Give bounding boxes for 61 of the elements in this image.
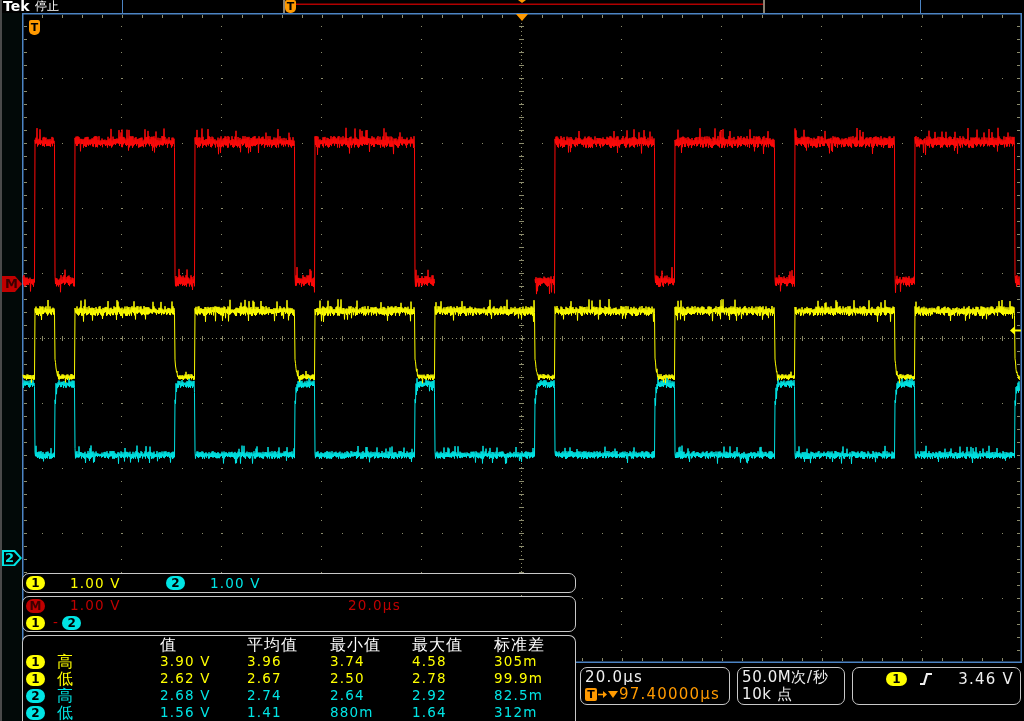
channel-badge: 1 <box>26 671 45 686</box>
scale-value: 1.00 V <box>210 574 261 592</box>
channel-badge: 1 <box>26 615 45 630</box>
delay-value: 97.40000µs <box>619 686 720 703</box>
scale-value: 1.00 V <box>70 574 121 592</box>
measurement-type: 低 <box>57 704 73 721</box>
table-cell: 305m <box>494 653 538 670</box>
brand-logo: Tek <box>2 0 30 13</box>
column-header: 平均值 <box>247 637 298 653</box>
table-cell: 2.62 V <box>160 670 211 687</box>
arrow-right-icon <box>598 691 607 698</box>
scale-value: 1.00 V <box>70 597 121 614</box>
table-cell: 2.67 <box>247 670 282 687</box>
table-cell: 2.74 <box>247 687 282 704</box>
column-header: 值 <box>160 637 177 653</box>
math-badge: M <box>26 598 45 613</box>
table-cell: 82.5m <box>494 687 544 704</box>
table-cell: 880m <box>330 704 374 721</box>
table-cell: 1.64 <box>412 704 447 721</box>
table-cell: 3.90 V <box>160 653 211 670</box>
trigger-level-value: 3.46 V <box>958 671 1014 688</box>
table-cell: 99.9m <box>494 670 544 687</box>
left-arrow-icon <box>1010 325 1021 336</box>
column-header: 标准差 <box>494 637 545 653</box>
record-length-value: 10k 点 <box>742 686 794 703</box>
reference-marker: M <box>2 276 22 292</box>
triangle-down-icon <box>608 691 618 698</box>
table-cell: 3.74 <box>330 653 365 670</box>
table-cell: 2.92 <box>412 687 447 704</box>
channel-badge: 1 <box>886 672 907 686</box>
table-cell: 2.68 V <box>160 687 211 704</box>
table-cell: 1.41 <box>247 704 282 721</box>
table-cell: 312m <box>494 704 538 721</box>
run-state-label: 停止 <box>34 0 59 13</box>
channel-badge: 2 <box>26 705 45 720</box>
sample-rate-value: 50.0M次/秒 <box>742 669 830 686</box>
trigger-marker: T <box>585 688 597 701</box>
trigger-marker: T <box>285 0 296 13</box>
channel-badge: 1 <box>26 654 45 669</box>
table-cell: 4.58 <box>412 653 447 670</box>
triangle-down-icon <box>516 14 528 21</box>
time-scale-value: 20.0µs <box>585 669 644 686</box>
channel-badge: 2 <box>166 576 185 590</box>
table-cell: 2.78 <box>412 670 447 687</box>
measurement-type: 低 <box>57 670 73 687</box>
time-scale-value: 20.0µs <box>348 597 401 614</box>
measurement-type: 高 <box>57 687 73 704</box>
column-header: 最大值 <box>412 637 463 653</box>
measurement-type: 高 <box>57 653 73 670</box>
table-cell: 1.56 V <box>160 704 211 721</box>
table-cell: 2.50 <box>330 670 365 687</box>
table-cell: 2.64 <box>330 687 365 704</box>
channel-badge: 2 <box>62 615 82 630</box>
column-header: 最小值 <box>330 637 381 653</box>
operator-symbol: - <box>53 614 60 631</box>
trigger-marker: T <box>29 20 40 35</box>
reference-marker: 2 <box>2 550 22 566</box>
triangle-down-icon <box>518 0 526 3</box>
table-cell: 3.96 <box>247 653 282 670</box>
channel-badge: 2 <box>26 688 45 703</box>
channel-badge: 1 <box>26 576 45 590</box>
